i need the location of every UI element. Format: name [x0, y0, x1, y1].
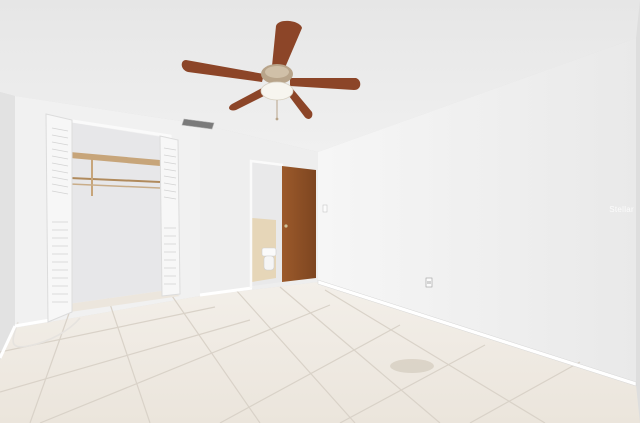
closet-bifold-door-right[interactable] [159, 135, 181, 297]
light-switch[interactable] [322, 204, 328, 213]
closet-bifold-door-left[interactable] [45, 113, 73, 323]
fan-light-globe [260, 81, 294, 101]
toilet [261, 247, 277, 271]
right-edge-wall [636, 36, 640, 423]
watermark-text: Stellar [609, 205, 634, 214]
wall-outlet [425, 277, 433, 288]
bathroom-door[interactable] [282, 166, 316, 282]
floor-stain [390, 359, 434, 373]
door-knob[interactable] [284, 224, 288, 228]
room-photo: Stellar [0, 0, 640, 423]
left-wall [0, 92, 15, 360]
closet-interior [68, 122, 168, 304]
room-scene [0, 0, 640, 423]
